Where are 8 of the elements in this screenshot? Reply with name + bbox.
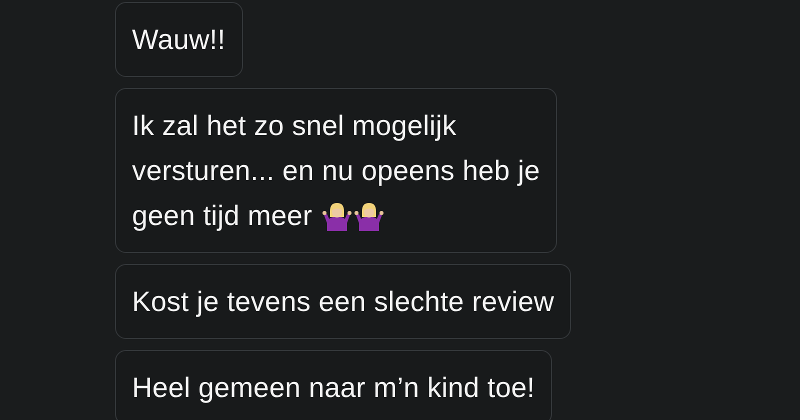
- message-line: Kost je tevens een slechte review: [132, 285, 554, 319]
- message-line: geen tijd meer: [132, 199, 312, 233]
- message-line: versturen... en nu opeens heb je: [132, 154, 540, 188]
- shrugging-person-icon: [322, 200, 352, 230]
- shrugging-person-icon: [354, 200, 384, 230]
- message-line: Ik zal het zo snel mogelijk: [132, 109, 458, 143]
- message-line: Wauw!!: [132, 23, 226, 57]
- message-line: Heel gemeen naar m’n kind toe!: [132, 371, 535, 405]
